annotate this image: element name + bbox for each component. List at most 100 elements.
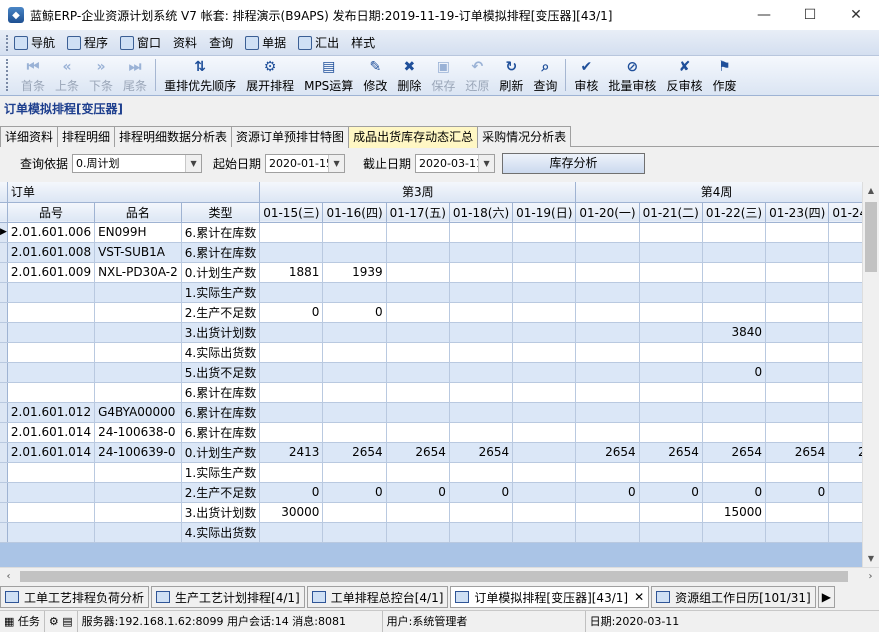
cell-value[interactable] — [639, 462, 703, 483]
cell-name[interactable]: 24-100638-0 — [94, 422, 182, 443]
menu-navigate[interactable]: 导航 — [14, 34, 55, 51]
cell-value[interactable] — [449, 282, 514, 303]
cell-type[interactable]: 3.出货计划数 — [181, 502, 261, 523]
cell-value[interactable] — [512, 242, 577, 263]
cell-name[interactable]: EN099H — [94, 222, 182, 243]
cell-value[interactable] — [575, 422, 640, 443]
cell-value[interactable] — [386, 242, 450, 263]
expand-schedule-button[interactable]: ⚙ 展开排程 — [241, 59, 299, 94]
cell-value[interactable] — [259, 342, 324, 363]
table-row[interactable]: 1.实际生产数 — [0, 282, 879, 303]
cell-value[interactable] — [575, 342, 640, 363]
cell-value[interactable] — [449, 362, 514, 383]
wtab-schedule-console[interactable]: 工单排程总控台[4/1] — [306, 586, 449, 608]
cell-value[interactable] — [639, 242, 703, 263]
cell-value[interactable] — [639, 402, 703, 423]
cell-value[interactable] — [575, 402, 640, 423]
cell-type[interactable]: 6.累计在库数 — [181, 242, 261, 263]
table-row[interactable]: 5.出货不足数 0 — [0, 362, 879, 383]
cell-name[interactable]: VST-SUB1A — [94, 242, 182, 263]
cell-value[interactable] — [386, 382, 450, 403]
cell-value[interactable] — [702, 262, 767, 283]
cell-part[interactable]: 2.01.601.014 — [7, 442, 96, 463]
cell-value[interactable] — [386, 522, 450, 543]
cell-part[interactable]: 2.01.601.014 — [7, 422, 96, 443]
row-indicator[interactable] — [0, 242, 8, 263]
cell-value[interactable] — [575, 262, 640, 283]
vertical-scroll-thumb[interactable] — [865, 202, 877, 272]
cell-value[interactable] — [639, 222, 703, 243]
cell-value[interactable] — [512, 342, 577, 363]
cell-value[interactable] — [322, 322, 387, 343]
col-header-part[interactable]: 品号 — [7, 202, 96, 223]
row-indicator[interactable] — [0, 422, 8, 443]
cell-value[interactable] — [765, 462, 830, 483]
save-button[interactable]: ▣ 保存 — [426, 59, 460, 94]
cell-value[interactable]: 3840 — [702, 322, 767, 343]
audit-button[interactable]: ✔ 审核 — [569, 59, 603, 94]
cell-value[interactable]: 0 — [386, 482, 450, 503]
cell-name[interactable] — [94, 522, 182, 543]
cell-type[interactable]: 0.计划生产数 — [181, 262, 261, 283]
cell-value[interactable] — [765, 282, 830, 303]
cell-value[interactable]: 2654 — [386, 442, 450, 463]
cell-type[interactable]: 4.实际出货数 — [181, 522, 261, 543]
cell-name[interactable] — [94, 322, 182, 343]
cell-name[interactable]: 24-100639-0 — [94, 442, 182, 463]
mps-button[interactable]: ▤ MPS运算 — [299, 59, 358, 94]
menubar-grip[interactable] — [6, 34, 10, 51]
cell-value[interactable] — [575, 362, 640, 383]
cell-value[interactable]: 1939 — [322, 262, 387, 283]
first-record-button[interactable]: ⏮ 首条 — [16, 59, 50, 94]
cell-value[interactable] — [322, 382, 387, 403]
cell-value[interactable] — [765, 502, 830, 523]
cell-value[interactable] — [639, 522, 703, 543]
cell-name[interactable]: NXL-PD30A-2 — [94, 262, 182, 283]
cell-value[interactable] — [386, 302, 450, 323]
cell-value[interactable] — [575, 222, 640, 243]
cell-part[interactable] — [7, 462, 96, 483]
cell-value[interactable] — [512, 302, 577, 323]
row-indicator[interactable] — [0, 282, 8, 303]
cell-value[interactable] — [765, 222, 830, 243]
cell-value[interactable] — [639, 322, 703, 343]
table-row[interactable]: 1.实际生产数 — [0, 462, 879, 483]
query-button[interactable]: ⌕ 查询 — [528, 59, 562, 94]
cell-value[interactable] — [702, 422, 767, 443]
tab-schedule-analysis[interactable]: 排程明细数据分析表 — [114, 126, 233, 147]
close-button[interactable]: ✕ — [833, 0, 879, 30]
cell-value[interactable] — [512, 402, 577, 423]
date-column-header[interactable]: 01-23(四) — [765, 202, 830, 223]
row-indicator[interactable] — [0, 262, 8, 283]
cell-value[interactable]: 0 — [765, 482, 830, 503]
cell-value[interactable] — [575, 242, 640, 263]
cell-type[interactable]: 4.实际出货数 — [181, 342, 261, 363]
row-indicator[interactable] — [0, 362, 8, 383]
cell-value[interactable]: 2654 — [702, 442, 767, 463]
table-row[interactable]: 2.01.601.012 G4BYA00000 6.累计在库数 — [0, 402, 879, 423]
cell-value[interactable] — [702, 242, 767, 263]
cell-value[interactable] — [512, 322, 577, 343]
cell-value[interactable] — [386, 402, 450, 423]
cell-value[interactable] — [322, 462, 387, 483]
cell-value[interactable]: 2413 — [259, 442, 324, 463]
basis-select[interactable]: 0.周计划 ▼ — [72, 153, 203, 173]
reorder-priority-button[interactable]: ⇅ 重排优先顺序 — [159, 59, 241, 94]
cell-value[interactable] — [575, 382, 640, 403]
row-indicator[interactable] — [0, 342, 8, 363]
cell-value[interactable] — [449, 462, 514, 483]
scroll-up-icon[interactable]: ▲ — [863, 182, 879, 199]
cell-value[interactable] — [259, 522, 324, 543]
cell-value[interactable]: 0 — [322, 302, 387, 323]
cell-value[interactable] — [322, 402, 387, 423]
cell-value[interactable] — [386, 502, 450, 523]
cell-value[interactable] — [765, 342, 830, 363]
table-row[interactable]: 4.实际出货数 — [0, 342, 879, 363]
cell-name[interactable] — [94, 342, 182, 363]
cell-value[interactable] — [639, 282, 703, 303]
row-indicator[interactable] — [0, 402, 8, 423]
scroll-down-icon[interactable]: ▼ — [863, 550, 879, 567]
cell-part[interactable]: 2.01.601.008 — [7, 242, 96, 263]
cell-value[interactable]: 2654 — [639, 442, 703, 463]
cell-value[interactable]: 0 — [702, 362, 767, 383]
